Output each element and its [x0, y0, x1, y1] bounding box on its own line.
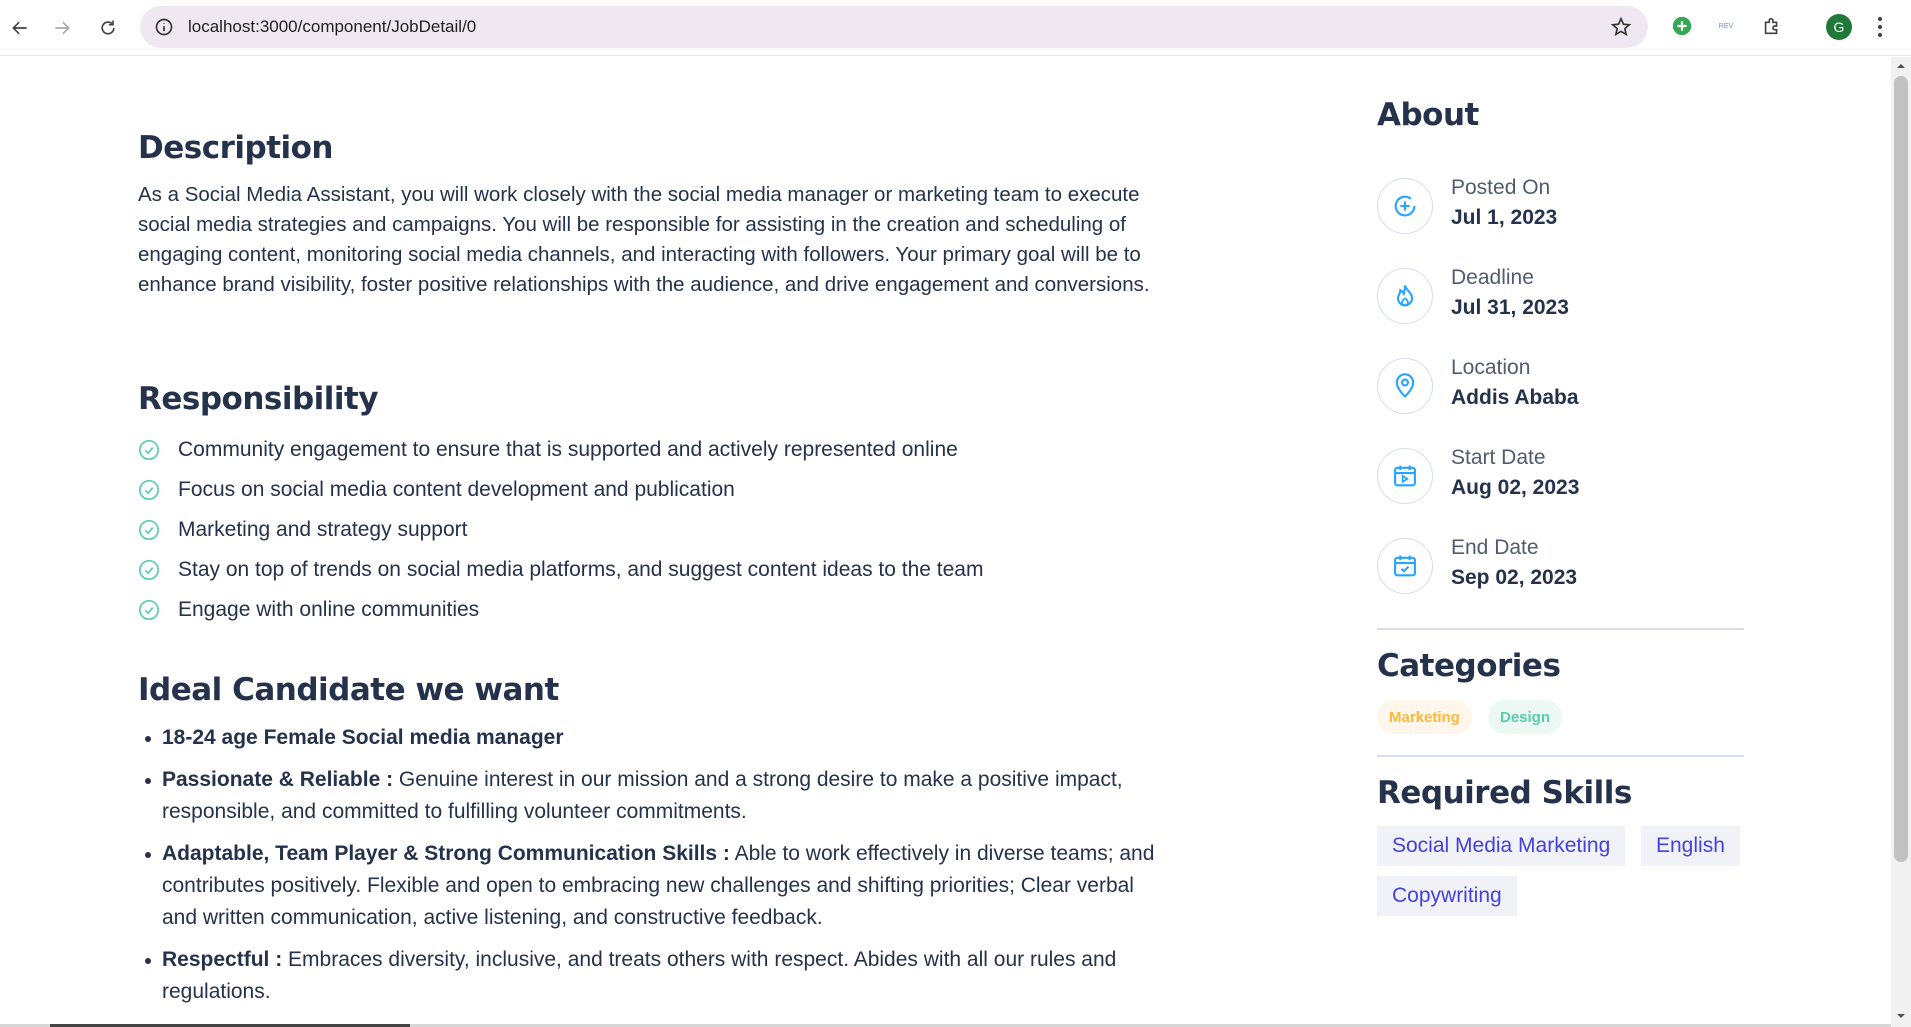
address-bar[interactable]: localhost:3000/component/JobDetail/0 — [140, 6, 1648, 48]
list-item: Engage with online communities — [138, 590, 983, 630]
location-value: Addis Ababa — [1451, 386, 1579, 409]
start-date-row: Start Date Aug 02, 2023 — [1377, 446, 1737, 508]
list-item: Marketing and strategy support — [138, 510, 983, 550]
reload-button[interactable] — [90, 10, 126, 46]
list-item-text: Marketing and strategy support — [178, 518, 468, 541]
menu-kebab-icon[interactable] — [1876, 16, 1884, 38]
start-date-label: Start Date — [1451, 446, 1546, 469]
check-circle-icon — [139, 520, 159, 540]
responsibility-list: Community engagement to ensure that is s… — [138, 430, 983, 630]
deadline-row: Deadline Jul 31, 2023 — [1377, 266, 1737, 328]
extension-plus-icon[interactable] — [1670, 14, 1694, 38]
item-text: Embraces diversity, inclusive, and treat… — [162, 948, 1117, 1003]
divider — [1377, 755, 1744, 757]
list-item: 18-24 age Female Social media manager — [145, 722, 1162, 754]
bookmark-star-icon[interactable] — [1610, 16, 1632, 38]
list-item: Passionate & Reliable : Genuine interest… — [145, 764, 1162, 828]
category-chip-marketing: Marketing — [1377, 700, 1472, 734]
list-item: Respectful : Embraces diversity, inclusi… — [145, 944, 1162, 1008]
item-bold: Passionate & Reliable : — [162, 768, 394, 791]
ideal-candidate-list: 18-24 age Female Social media manager Pa… — [145, 722, 1162, 1018]
browser-toolbar: localhost:3000/component/JobDetail/0 REV… — [0, 0, 1911, 56]
calendar-play-icon — [1394, 465, 1416, 487]
posted-on-row: Posted On Jul 1, 2023 — [1377, 176, 1737, 238]
ideal-candidate-heading: Ideal Candidate we want — [138, 672, 559, 708]
check-circle-icon — [139, 560, 159, 580]
profile-avatar[interactable]: G — [1826, 14, 1852, 40]
description-heading: Description — [138, 130, 334, 166]
list-item: Adaptable, Team Player & Strong Communic… — [145, 838, 1162, 934]
forward-button[interactable] — [44, 10, 80, 46]
about-heading: About — [1377, 97, 1479, 133]
url-text: localhost:3000/component/JobDetail/0 — [188, 17, 477, 36]
scroll-up-arrow-icon[interactable] — [1895, 60, 1907, 72]
location-pin-icon — [1395, 373, 1415, 398]
scroll-down-arrow-icon[interactable] — [1895, 1010, 1907, 1022]
category-chip-design: Design — [1488, 700, 1563, 734]
item-bold: Adaptable, Team Player & Strong Communic… — [162, 842, 730, 865]
check-circle-icon — [139, 600, 159, 620]
posted-on-value: Jul 1, 2023 — [1451, 206, 1558, 229]
list-item-text: Focus on social media content developmen… — [178, 478, 735, 501]
location-row: Location Addis Ababa — [1377, 356, 1737, 418]
deadline-label: Deadline — [1451, 266, 1534, 289]
posted-on-label: Posted On — [1451, 176, 1551, 199]
item-bold: Respectful : — [162, 948, 283, 971]
required-skills-heading: Required Skills — [1377, 775, 1632, 811]
arrow-right-icon — [55, 21, 70, 35]
list-item-text: Engage with online communities — [178, 598, 480, 621]
end-date-label: End Date — [1451, 536, 1539, 559]
divider — [1377, 628, 1744, 630]
back-button[interactable] — [2, 10, 38, 46]
list-item: Community engagement to ensure that is s… — [138, 430, 983, 470]
location-label: Location — [1451, 356, 1531, 379]
fire-icon — [1396, 285, 1414, 307]
list-item: Stay on top of trends on social media pl… — [138, 550, 983, 590]
site-info-icon[interactable] — [154, 17, 174, 37]
description-text: As a Social Media Assistant, you will wo… — [138, 183, 1150, 296]
check-circle-icon — [139, 440, 159, 460]
scrollbar-thumb[interactable] — [1894, 76, 1908, 862]
categories-heading: Categories — [1377, 648, 1561, 684]
list-item: Focus on social media content developmen… — [138, 470, 983, 510]
extension-rev-icon[interactable]: REV — [1714, 14, 1738, 38]
clock-plus-icon — [1394, 195, 1416, 217]
deadline-value: Jul 31, 2023 — [1451, 296, 1569, 319]
skill-tag: English — [1641, 826, 1740, 866]
responsibility-heading: Responsibility — [138, 381, 379, 417]
extensions-puzzle-icon[interactable] — [1760, 14, 1784, 38]
start-date-value: Aug 02, 2023 — [1451, 476, 1580, 499]
end-date-value: Sep 02, 2023 — [1451, 566, 1578, 589]
calendar-check-icon — [1394, 555, 1416, 577]
skill-tag: Social Media Marketing — [1377, 826, 1626, 866]
item-bold: 18-24 age Female Social media manager — [162, 726, 564, 749]
list-item-text: Community engagement to ensure that is s… — [178, 438, 958, 461]
check-circle-icon — [139, 480, 159, 500]
reload-icon — [101, 20, 115, 35]
skill-tag: Copywriting — [1377, 876, 1517, 916]
end-date-row: End Date Sep 02, 2023 — [1377, 536, 1737, 598]
arrow-left-icon — [12, 21, 27, 35]
list-item-text: Stay on top of trends on social media pl… — [178, 558, 984, 581]
